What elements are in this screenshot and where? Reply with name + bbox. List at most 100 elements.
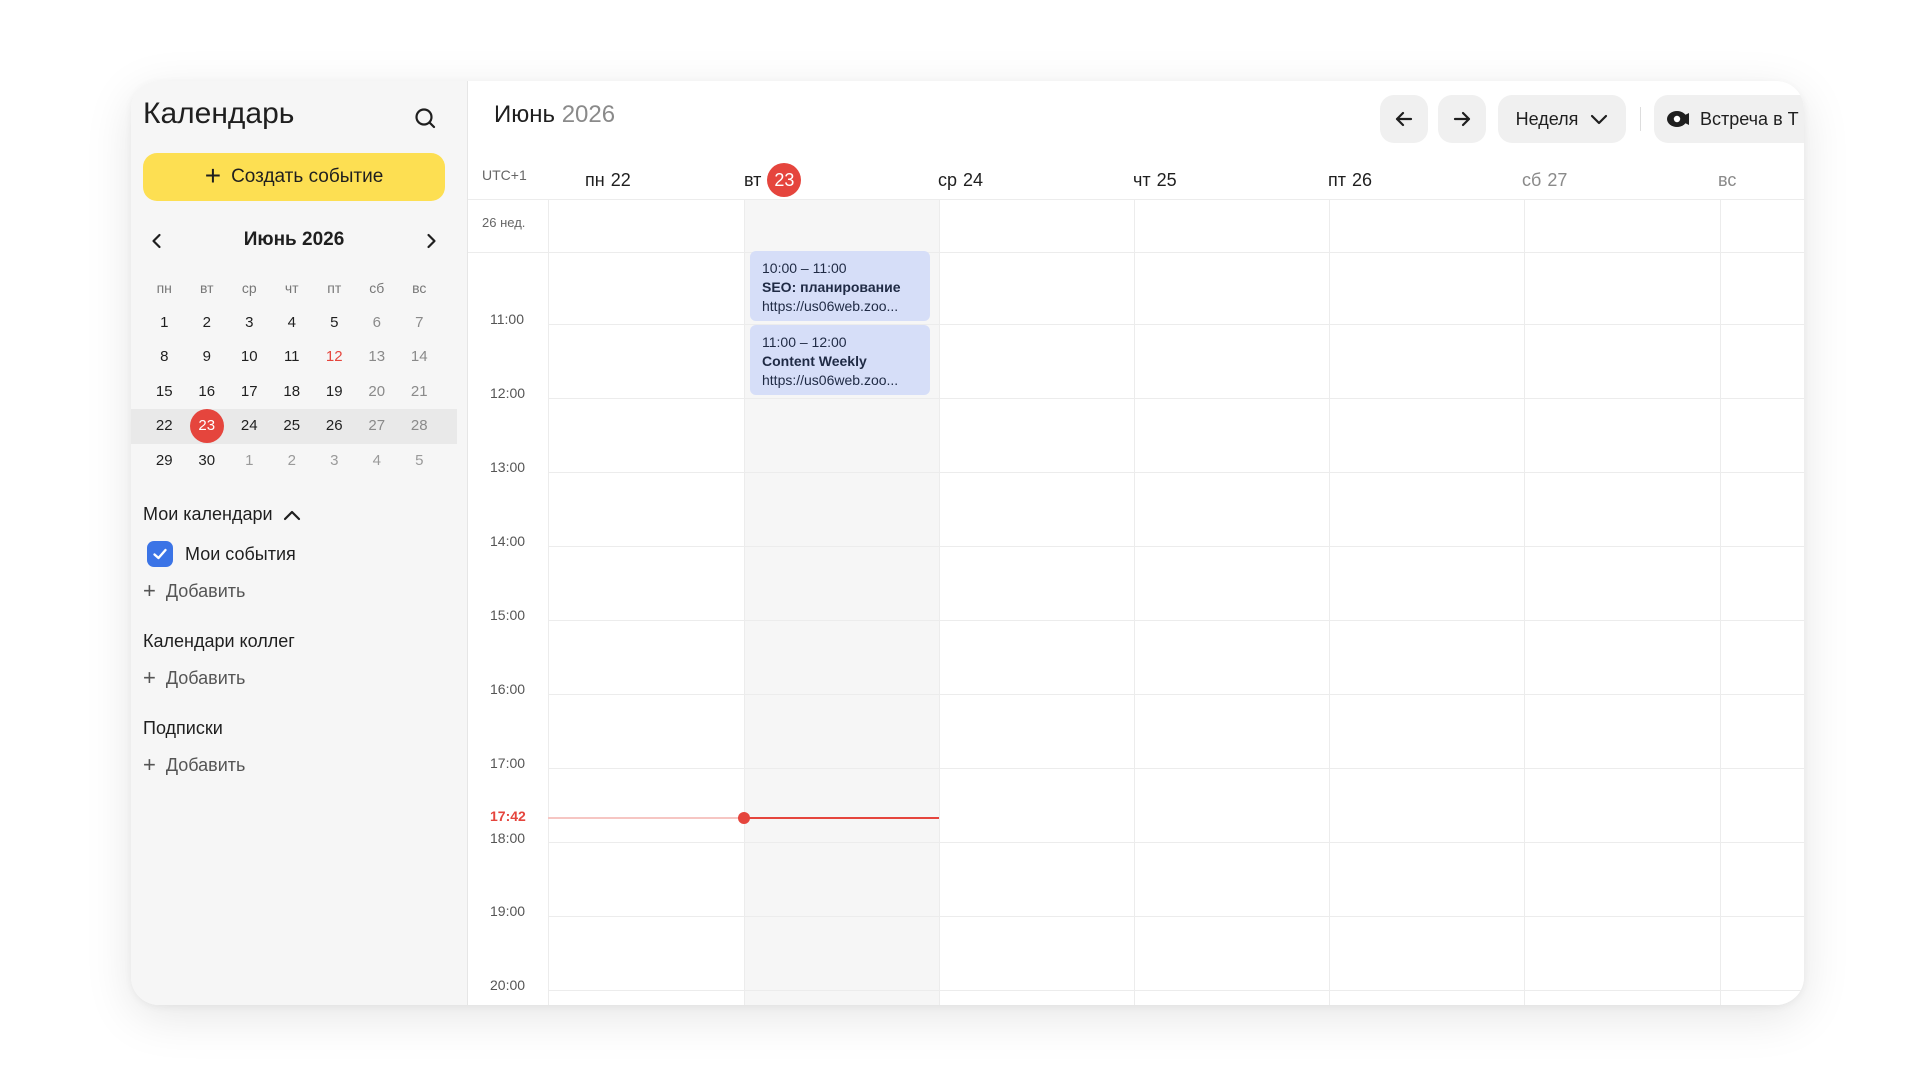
mini-day-number: 6 (372, 313, 381, 331)
meeting-button-label: Встреча в Т (1700, 108, 1799, 129)
mini-day[interactable]: 21 (398, 375, 441, 409)
mini-day[interactable]: 16 (186, 375, 229, 409)
add-label: Добавить (165, 667, 246, 688)
add-subscription-link[interactable]: + Добавить (143, 752, 245, 778)
prev-week-button[interactable] (1380, 95, 1428, 143)
mini-day-number: 18 (283, 382, 301, 400)
event-content-weekly[interactable]: 11:00 – 12:00 Content Weekly https://us0… (750, 325, 930, 395)
mini-day[interactable]: 5 (313, 306, 356, 340)
mini-day[interactable]: 27 (356, 409, 399, 443)
mini-day-number: 3 (245, 313, 254, 331)
search-button[interactable] (407, 101, 443, 137)
mini-day[interactable]: 4 (271, 306, 314, 340)
mini-day[interactable]: 22 (143, 409, 186, 443)
day-number: 22 (610, 169, 631, 190)
arrow-left-icon (1395, 111, 1413, 127)
mini-day[interactable]: 17 (228, 375, 271, 409)
mini-day[interactable]: 2 (271, 444, 314, 478)
calendar-window: Календарь + Создать событие Июнь 2026 пн… (131, 81, 1804, 1005)
day-header-sat[interactable]: сб 27 (1522, 163, 1567, 197)
mini-day[interactable]: 6 (356, 306, 399, 340)
mini-day[interactable]: 14 (398, 340, 441, 374)
my-events-checkbox[interactable] (147, 541, 173, 567)
mini-day[interactable]: 23 (186, 409, 229, 444)
hour-label: 11:00 (490, 311, 524, 327)
mini-day[interactable]: 30 (186, 444, 229, 478)
mini-day[interactable]: 24 (228, 409, 271, 443)
day-weekday: вс (1718, 169, 1737, 190)
event-title: SEO: планирование (762, 279, 901, 295)
mini-day[interactable]: 28 (398, 409, 441, 443)
day-header-tue[interactable]: вт 23 (744, 163, 802, 197)
mini-day-number: 29 (155, 451, 173, 469)
chevron-right-icon (427, 233, 436, 249)
mini-day-number: 23 (189, 409, 224, 444)
mini-weekday: чт (284, 280, 299, 297)
month-name: Июнь (494, 101, 556, 128)
mini-day[interactable]: 15 (143, 375, 186, 409)
next-week-button[interactable] (1438, 95, 1486, 143)
mini-day-number: 15 (155, 382, 173, 400)
event-time: 11:00 – 12:00 (762, 334, 847, 350)
mini-day[interactable]: 7 (398, 306, 441, 340)
my-events-label: Мои события (185, 543, 296, 564)
my-calendars-title: Мои календари (143, 504, 273, 524)
create-event-button[interactable]: + Создать событие (143, 153, 445, 201)
mini-weekday: вт (199, 280, 214, 297)
calendar-item-my-events[interactable]: Мои события (147, 541, 296, 567)
mini-day[interactable]: 20 (356, 375, 399, 409)
day-weekday: ср (938, 169, 958, 190)
day-header-sun[interactable]: вс (1718, 163, 1736, 197)
mini-day[interactable]: 13 (356, 340, 399, 374)
mini-week-row: 1 2 3 4 5 6 7 (143, 306, 445, 341)
arrow-right-icon (1453, 111, 1471, 127)
mini-day[interactable]: 1 (228, 444, 271, 478)
mini-day[interactable]: 8 (143, 340, 186, 374)
colleagues-title: Календари коллег (143, 631, 295, 651)
mini-day[interactable]: 2 (186, 306, 229, 340)
day-header-wed[interactable]: ср 24 (938, 163, 983, 197)
week-grid[interactable] (548, 199, 1804, 1005)
mini-day[interactable]: 9 (186, 340, 229, 374)
day-header-thu[interactable]: чт 25 (1133, 163, 1177, 197)
mini-day[interactable]: 5 (398, 444, 441, 478)
mini-calendar-header: Июнь 2026 (143, 227, 445, 255)
plus-icon: + (204, 160, 222, 191)
mini-day[interactable]: 26 (313, 409, 356, 443)
mini-day[interactable]: 3 (313, 444, 356, 478)
mini-day[interactable]: 3 (228, 306, 271, 340)
hour-label: 18:00 (490, 830, 526, 846)
week-number-label: 26 нед. (482, 215, 526, 230)
add-colleague-calendar-link[interactable]: + Добавить (143, 665, 245, 691)
day-header-fri[interactable]: пт 26 (1328, 163, 1372, 197)
mini-day-number: 17 (240, 382, 258, 400)
mini-day-number: 2 (202, 313, 211, 331)
mini-next-button[interactable] (417, 227, 445, 255)
mini-day[interactable]: 4 (356, 444, 399, 478)
my-calendars-toggle[interactable]: Мои календари (143, 504, 301, 525)
video-call-icon (1667, 111, 1689, 127)
mini-day[interactable]: 11 (271, 340, 314, 374)
mini-day[interactable]: 1 (143, 306, 186, 340)
view-select[interactable]: Неделя (1498, 95, 1626, 143)
meeting-button[interactable]: Встреча в Т (1654, 95, 1804, 143)
day-number: 27 (1547, 169, 1568, 190)
mini-day[interactable]: 29 (143, 444, 186, 478)
event-seo-planning[interactable]: 10:00 – 11:00 SEO: планирование https://… (750, 251, 930, 321)
mini-day[interactable]: 12 (313, 340, 356, 374)
hour-line (548, 398, 1804, 399)
mini-day[interactable]: 19 (313, 375, 356, 409)
mini-day-number: 12 (325, 348, 343, 366)
column-divider (744, 199, 745, 1005)
mini-day-number: 7 (415, 313, 424, 331)
mini-day-number: 2 (287, 451, 296, 469)
add-my-calendar-link[interactable]: + Добавить (143, 578, 245, 604)
current-time-label: 17:42 (490, 808, 526, 824)
day-header-mon[interactable]: пн 22 (585, 163, 631, 197)
create-event-label: Создать событие (231, 166, 384, 187)
day-number: 24 (963, 169, 984, 190)
hour-line (548, 768, 1804, 769)
mini-day[interactable]: 10 (228, 340, 271, 374)
mini-day[interactable]: 25 (271, 409, 314, 443)
mini-day[interactable]: 18 (271, 375, 314, 409)
